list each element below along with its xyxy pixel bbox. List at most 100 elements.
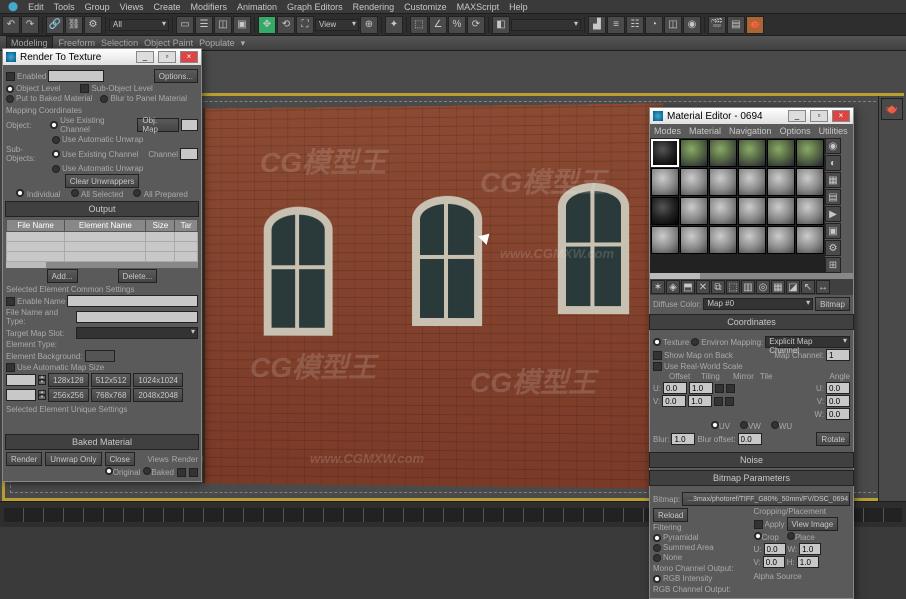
sz4-button[interactable]: 256x256 bbox=[48, 388, 89, 402]
sub-auto-radio[interactable] bbox=[52, 165, 60, 173]
sample-uv-button[interactable]: ▤ bbox=[825, 189, 841, 205]
individual-radio[interactable] bbox=[16, 189, 24, 197]
sz6-button[interactable]: 2048x2048 bbox=[133, 388, 183, 402]
menu-modifiers[interactable]: Modifiers bbox=[191, 2, 228, 12]
wu-radio[interactable] bbox=[771, 421, 779, 429]
material-button[interactable]: ◉ bbox=[683, 16, 701, 34]
minimize-button[interactable]: _ bbox=[136, 51, 154, 63]
go-sibling-button[interactable]: ↔ bbox=[816, 280, 830, 294]
add-button[interactable]: Add... bbox=[47, 269, 78, 283]
undo-button[interactable]: ↶ bbox=[2, 16, 20, 34]
reload-button[interactable]: Reload bbox=[653, 508, 688, 522]
menu-views[interactable]: Views bbox=[120, 2, 144, 12]
sz3-button[interactable]: 1024x1024 bbox=[133, 373, 183, 387]
viewport-model[interactable] bbox=[203, 103, 663, 488]
select-region-button[interactable]: ◫ bbox=[214, 16, 232, 34]
main-menu[interactable]: ⬤ Edit Tools Group Views Create Modifier… bbox=[0, 0, 906, 14]
options-button[interactable]: Options... bbox=[154, 69, 198, 83]
material-slot[interactable] bbox=[738, 226, 766, 254]
menu-group[interactable]: Group bbox=[85, 2, 110, 12]
get-material-button[interactable]: ✶ bbox=[651, 280, 665, 294]
ribbon-selection[interactable]: Selection bbox=[101, 38, 138, 48]
menu-render[interactable]: Rendering bbox=[353, 2, 395, 12]
video-check-button[interactable]: ▶ bbox=[825, 206, 841, 222]
obj-level-radio[interactable] bbox=[6, 85, 14, 93]
spinner-snap-button[interactable]: ⟳ bbox=[467, 16, 485, 34]
select-name-button[interactable]: ☰ bbox=[195, 16, 213, 34]
assign-button[interactable]: ⬒ bbox=[681, 280, 695, 294]
copy-button[interactable]: ⧉ bbox=[711, 280, 725, 294]
material-slot[interactable] bbox=[796, 168, 824, 196]
menu-tools[interactable]: Tools bbox=[54, 2, 75, 12]
uv-radio[interactable] bbox=[711, 421, 719, 429]
apply-check[interactable] bbox=[754, 520, 763, 529]
col-element[interactable]: Element Name bbox=[65, 220, 146, 232]
u-mirror-check[interactable] bbox=[715, 384, 724, 393]
baked-radio[interactable] bbox=[6, 95, 14, 103]
blur-input[interactable] bbox=[671, 433, 695, 445]
material-slot[interactable] bbox=[680, 168, 708, 196]
menu-edit[interactable]: Edit bbox=[28, 2, 44, 12]
window-crossing-button[interactable]: ▣ bbox=[233, 16, 251, 34]
teapot-icon[interactable]: 🫖 bbox=[881, 98, 903, 120]
select-by-button[interactable]: ⊞ bbox=[825, 257, 841, 273]
ribbon-expand-icon[interactable]: ▾ bbox=[241, 38, 246, 49]
menu-customize[interactable]: Customize bbox=[404, 2, 447, 12]
bind-button[interactable]: ⚙ bbox=[84, 16, 102, 34]
material-slot[interactable] bbox=[738, 197, 766, 225]
mat-menu[interactable]: Modes Material Navigation Options Utilit… bbox=[650, 124, 853, 138]
sub-level-check[interactable] bbox=[80, 84, 89, 93]
material-slot[interactable] bbox=[738, 139, 766, 167]
ch-input[interactable] bbox=[797, 556, 819, 568]
selection-filter-dropdown[interactable]: All bbox=[109, 19, 169, 31]
render-frame-button[interactable]: ▤ bbox=[727, 16, 745, 34]
v-tile-check[interactable] bbox=[725, 397, 734, 406]
snap-button[interactable]: ⬚ bbox=[410, 16, 428, 34]
bluroff-input[interactable] bbox=[738, 433, 762, 445]
mat-menu-material[interactable]: Material bbox=[689, 126, 721, 136]
cw-input[interactable] bbox=[799, 543, 821, 555]
col-tar[interactable]: Tar bbox=[175, 220, 198, 232]
width-input[interactable] bbox=[6, 374, 36, 386]
v-off-input[interactable] bbox=[662, 395, 686, 407]
allprep-radio[interactable] bbox=[133, 189, 141, 197]
delete-button[interactable]: Delete... bbox=[118, 269, 158, 283]
render-button[interactable]: 🫖 bbox=[746, 16, 764, 34]
mat-menu-util[interactable]: Utilities bbox=[819, 126, 848, 136]
options-button[interactable]: ⚙ bbox=[825, 240, 841, 256]
angle-snap-button[interactable]: ∠ bbox=[429, 16, 447, 34]
percent-snap-button[interactable]: % bbox=[448, 16, 466, 34]
orig-radio[interactable] bbox=[105, 467, 113, 475]
command-panel[interactable]: 🫖 bbox=[878, 96, 906, 501]
rotate-button[interactable]: Rotate bbox=[816, 432, 850, 446]
schematic-button[interactable]: ◫ bbox=[664, 16, 682, 34]
menu-graph[interactable]: Graph Editors bbox=[287, 2, 343, 12]
v-til-input[interactable] bbox=[688, 395, 712, 407]
link-button[interactable]: 🔗 bbox=[46, 16, 64, 34]
material-slot[interactable] bbox=[680, 226, 708, 254]
render-setup-button[interactable]: 🎬 bbox=[708, 16, 726, 34]
obj-auto-radio[interactable] bbox=[52, 136, 60, 144]
menu-maxscript[interactable]: MAXScript bbox=[457, 2, 500, 12]
mapchn-input[interactable] bbox=[826, 349, 850, 361]
pivot-button[interactable]: ⊕ bbox=[360, 16, 378, 34]
scale-button[interactable]: ⛶ bbox=[296, 16, 314, 34]
close-button[interactable]: Close bbox=[105, 452, 135, 466]
curve-editor-button[interactable]: ◔ bbox=[645, 16, 663, 34]
u-tile-check[interactable] bbox=[726, 384, 735, 393]
mat-menu-nav[interactable]: Navigation bbox=[729, 126, 772, 136]
layers-button[interactable]: ☷ bbox=[626, 16, 644, 34]
maximize-button[interactable]: ▫ bbox=[158, 51, 176, 63]
menu-create[interactable]: Create bbox=[153, 2, 180, 12]
slots-hscroll[interactable] bbox=[650, 273, 853, 279]
noise-header[interactable]: Noise bbox=[649, 452, 854, 468]
crop-radio[interactable] bbox=[754, 532, 762, 540]
menu-animation[interactable]: Animation bbox=[237, 2, 277, 12]
channel-input[interactable] bbox=[180, 148, 198, 160]
sub-exist-radio[interactable] bbox=[52, 150, 60, 158]
allsel-radio[interactable] bbox=[71, 189, 79, 197]
sz2-button[interactable]: 512x512 bbox=[91, 373, 132, 387]
ref-coord-dropdown[interactable]: View bbox=[315, 19, 359, 31]
manip-button[interactable]: ✦ bbox=[385, 16, 403, 34]
maximize-button[interactable]: ▫ bbox=[810, 110, 828, 122]
